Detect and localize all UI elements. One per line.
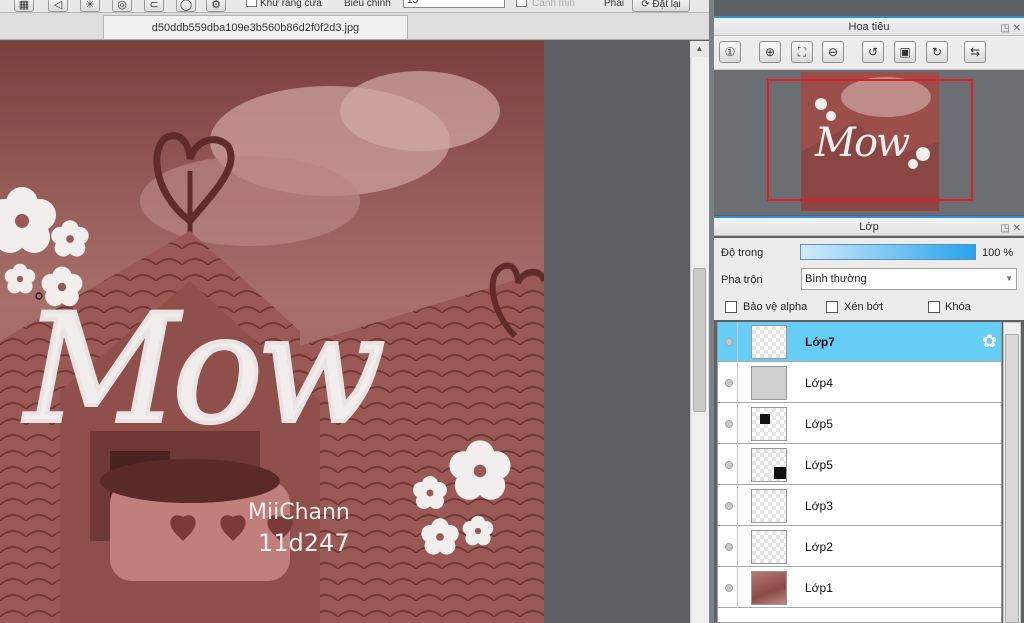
visibility-icon[interactable]	[725, 379, 733, 387]
layer-thumbnail	[751, 407, 787, 441]
settings-icon[interactable]: ⚙	[206, 0, 226, 12]
layer-row[interactable]: Lớp2	[718, 527, 1001, 567]
ellipse-icon[interactable]: ◯	[176, 0, 196, 12]
layer-thumbnail	[751, 571, 787, 605]
clipping-checkbox[interactable]	[826, 301, 838, 313]
rotate-right-icon[interactable]: ↻	[926, 41, 948, 63]
layers-header: Lớp ◳ ✕	[714, 216, 1024, 236]
drawing-canvas[interactable]: Mow MiiChann 11d247	[0, 41, 544, 623]
correction-label: Biểu chỉnh	[344, 0, 391, 9]
document-tab[interactable]: d50ddb559dba109e3b560b86d2f0f2d3.jpg	[103, 15, 408, 39]
protect-alpha-checkbox[interactable]	[725, 301, 737, 313]
layers-detach-icon[interactable]: ◳	[1000, 223, 1009, 234]
navigator-detach-icon[interactable]: ◳	[1000, 23, 1009, 34]
layer-name: Lớp5	[805, 417, 833, 431]
layer-name: Lớp5	[805, 458, 833, 472]
smooth-label: Canh mịn	[532, 0, 575, 9]
visibility-icon[interactable]	[725, 420, 733, 428]
navigator-header: Hoa tiêu ◳ ✕	[714, 16, 1024, 36]
canvas-scroll-thumb[interactable]	[693, 268, 706, 412]
lock-checkbox[interactable]	[928, 301, 940, 313]
layer-name: Lớp1	[805, 581, 833, 595]
reset-button[interactable]: ⟳ Đặt lại	[632, 0, 690, 12]
opacity-slider[interactable]	[800, 244, 976, 260]
blend-label: Pha trộn	[721, 274, 763, 286]
layer-row[interactable]: Lớp1	[718, 568, 1001, 608]
reset-label: Đặt lại	[652, 0, 681, 10]
zoom-out-icon[interactable]: ⊖	[822, 41, 844, 63]
clipping-label: Xén bớt	[844, 301, 884, 313]
layer-thumbnail	[751, 489, 787, 523]
radial-icon[interactable]: ✳	[80, 0, 100, 12]
smooth-checkbox[interactable]	[516, 0, 527, 7]
fit-window-icon[interactable]: ▣	[894, 41, 916, 63]
visibility-icon[interactable]	[725, 502, 733, 510]
fit-screen-icon[interactable]: ⛶	[791, 41, 813, 63]
gear-icon[interactable]: ✿	[982, 331, 997, 351]
layer-row[interactable]: Lớp3	[718, 486, 1001, 526]
layers-scroll-thumb[interactable]	[1005, 334, 1019, 623]
artwork-image: Mow MiiChann 11d247	[0, 41, 544, 623]
correction-value-field[interactable]: 15	[403, 0, 505, 8]
antialias-checkbox[interactable]	[246, 0, 257, 7]
blend-mode-value: Bình thường	[805, 273, 867, 285]
artwork-signature-1: MiiChann	[248, 500, 350, 525]
concentric-icon[interactable]: ◎	[112, 0, 132, 12]
artwork-main-text: Mow	[22, 283, 383, 457]
visibility-icon[interactable]	[725, 543, 733, 551]
layer-thumbnail	[751, 530, 787, 564]
fit-label[interactable]: Phải	[604, 0, 624, 9]
layer-row[interactable]: Lớp7 ✿	[718, 322, 1001, 362]
layer-row[interactable]: Lớp5	[718, 445, 1001, 485]
antialias-label: Khử răng cưa	[260, 0, 322, 9]
opacity-label: Độ trong	[721, 247, 764, 259]
chevron-down-icon: ▼	[1005, 274, 1013, 283]
visibility-icon[interactable]	[725, 338, 733, 346]
visibility-icon[interactable]	[725, 461, 733, 469]
ruler-icon[interactable]: ◁	[48, 0, 68, 12]
navigator-view-frame[interactable]	[767, 79, 973, 201]
layer-thumbnail	[751, 325, 787, 359]
zoom-in-icon[interactable]: ⊕	[759, 41, 781, 63]
reset-icon: ⟳	[641, 0, 653, 10]
actual-size-icon[interactable]: ①	[719, 41, 741, 63]
opacity-value: 100 %	[982, 247, 1014, 259]
layer-thumbnail	[751, 366, 787, 400]
rotate-left-icon[interactable]: ↺	[862, 41, 884, 63]
top-toolbar: ▦ ◁ ✳ ◎ ⊂ ◯ ⚙ Khử răng cưa Biểu chỉnh 15…	[0, 0, 712, 13]
layer-name: Lớp3	[805, 499, 833, 513]
layer-row[interactable]: Lớp5	[718, 404, 1001, 444]
layer-name: Lớp2	[805, 540, 833, 554]
layer-name: Lớp4	[805, 376, 833, 390]
artwork-signature-2: 11d247	[258, 529, 350, 557]
layer-name: Lớp7	[805, 335, 835, 349]
scroll-up-arrow-icon[interactable]: ▲	[690, 41, 709, 57]
navigator-title: Hoa tiêu	[848, 21, 890, 33]
navigator-close-icon[interactable]: ✕	[1013, 23, 1021, 34]
layer-thumbnail	[751, 448, 787, 482]
layer-row[interactable]: Lớp4	[718, 363, 1001, 403]
layers-title: Lớp	[859, 221, 879, 233]
lock-label: Khóa	[945, 301, 971, 313]
protect-alpha-label: Bảo vệ alpha	[743, 301, 808, 313]
visibility-icon[interactable]	[725, 584, 733, 592]
curve-icon[interactable]: ⊂	[144, 0, 164, 12]
navigator-toolbar: ① ⊕ ⛶ ⊖ ↺ ▣ ↻ ⇆	[714, 36, 1024, 70]
grid-icon[interactable]: ▦	[14, 0, 34, 12]
layers-close-icon[interactable]: ✕	[1013, 223, 1021, 234]
flip-horizontal-icon[interactable]: ⇆	[964, 41, 986, 63]
blend-mode-select[interactable]: Bình thường ▼	[801, 268, 1017, 290]
